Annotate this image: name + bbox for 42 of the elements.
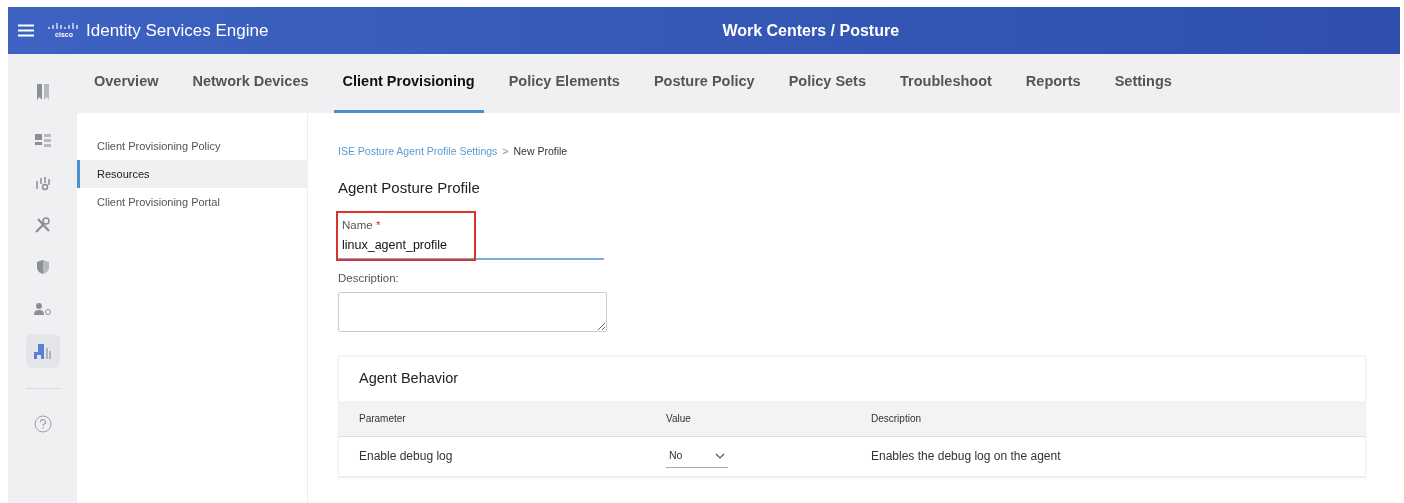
table-cell-text: Enable debug log bbox=[358, 448, 454, 465]
nav-tab[interactable]: Troubleshoot bbox=[891, 54, 1001, 113]
sidebar-item[interactable]: Resources bbox=[77, 160, 307, 188]
help-icon bbox=[33, 415, 52, 433]
name-field[interactable]: Name * linux_agent_profile bbox=[338, 217, 604, 261]
menu-icon[interactable] bbox=[18, 24, 34, 37]
page-title: Work Centers / Posture bbox=[722, 20, 900, 41]
breadcrumb-current: New Profile bbox=[513, 144, 568, 159]
logo-bars-icon bbox=[48, 23, 80, 31]
work-center-icon bbox=[33, 342, 52, 360]
required-mark: * bbox=[375, 219, 381, 232]
caret-icon bbox=[715, 452, 725, 459]
nav-tab[interactable]: Overview bbox=[85, 54, 168, 113]
field-label: Name bbox=[342, 219, 373, 232]
nav-tab[interactable]: Client Provisioning bbox=[333, 54, 484, 113]
nav-tab[interactable]: Network Devices bbox=[183, 54, 318, 113]
column-header: Value bbox=[666, 411, 692, 426]
sidebar-item[interactable]: Client Provisioning Portal bbox=[77, 188, 307, 216]
chart-icon bbox=[34, 175, 51, 191]
section-title: Agent Behavior bbox=[358, 368, 460, 388]
value-dropdown[interactable]: No bbox=[666, 444, 728, 468]
sidebar-item[interactable]: Client Provisioning Policy bbox=[77, 132, 307, 160]
rail-button[interactable] bbox=[25, 334, 60, 368]
page-heading: Agent Posture Profile bbox=[338, 177, 481, 198]
description-field[interactable] bbox=[338, 291, 607, 332]
nav-tab[interactable]: Policy Sets bbox=[779, 54, 875, 113]
user-settings-icon bbox=[33, 302, 52, 316]
table-cell-text: Enables the debug log on the agent bbox=[871, 448, 1061, 465]
breadcrumb-separator: > bbox=[502, 144, 509, 159]
app-title: Identity Services Engine bbox=[86, 19, 269, 42]
column-header: Parameter bbox=[358, 411, 407, 426]
nav-tab[interactable]: Settings bbox=[1105, 54, 1181, 113]
tools-icon bbox=[33, 216, 52, 234]
dashboard-icon bbox=[34, 134, 51, 148]
bookmark-icon[interactable] bbox=[36, 84, 49, 100]
field-value: linux_agent_profile bbox=[342, 236, 448, 254]
description-label: Description: bbox=[338, 271, 400, 287]
nav-tab[interactable]: Posture Policy bbox=[644, 54, 764, 113]
nav-tab[interactable]: Policy Elements bbox=[499, 54, 629, 113]
shield-icon bbox=[35, 259, 50, 275]
nav-tab[interactable]: Reports bbox=[1016, 54, 1090, 113]
column-header: Description bbox=[871, 411, 922, 426]
